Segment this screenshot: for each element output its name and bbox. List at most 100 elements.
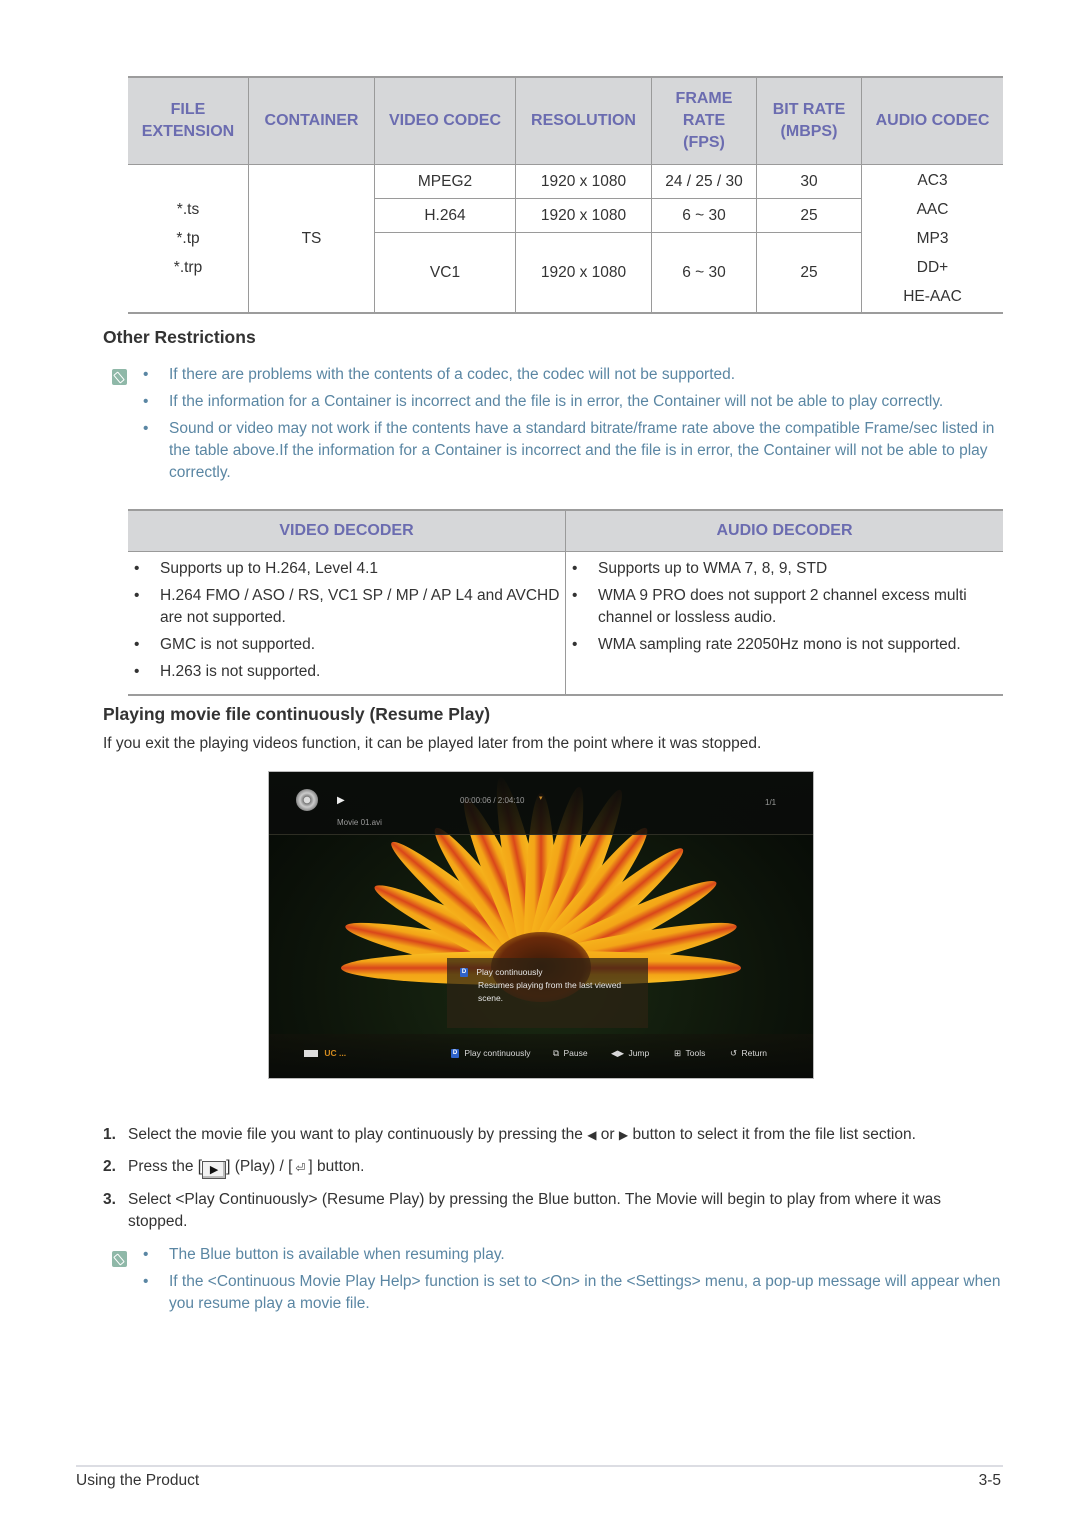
- resume-notes-list: The Blue button is available when resumi…: [142, 1244, 1004, 1320]
- resume-play-intro: If you exit the playing videos function,…: [103, 735, 762, 752]
- frame-rate-cell: 6 ~ 30: [651, 232, 757, 314]
- list-item: WMA 9 PRO does not support 2 channel exc…: [566, 585, 1003, 629]
- resolution-cell: 1920 x 1080: [515, 164, 652, 199]
- button-label: Tools: [685, 1048, 706, 1058]
- audio-codec: AAC: [916, 201, 949, 218]
- list-item: If the <Continuous Movie Play Help> func…: [142, 1271, 1004, 1315]
- button-label: Pause: [563, 1048, 588, 1058]
- list-item: WMA sampling rate 22050Hz mono is not su…: [566, 634, 1003, 656]
- other-restrictions-heading: Other Restrictions: [103, 327, 256, 347]
- video-decoder-header: VIDEO DECODER: [128, 509, 566, 552]
- popup-description: Resumes playing from the last viewed sce…: [478, 980, 622, 1003]
- audio-codec: DD+: [916, 259, 949, 276]
- jump-button[interactable]: ◀▶ Jump: [611, 1048, 649, 1059]
- decoder-table: VIDEO DECODER AUDIO DECODER Supports up …: [128, 509, 1003, 696]
- pause-button[interactable]: ⧉ Pause: [553, 1048, 588, 1059]
- step-number: 2.: [103, 1158, 116, 1175]
- popup-title: Play continuously: [476, 967, 543, 977]
- resume-play-heading: Playing movie file continuously (Resume …: [103, 704, 491, 724]
- footer-divider: [76, 1465, 1003, 1467]
- usb-device-item: UC ...: [304, 1048, 346, 1058]
- step-text: Select <Play Continuously> (Resume Play)…: [128, 1191, 942, 1230]
- header-line: FRAME: [675, 90, 733, 107]
- list-item: GMC is not supported.: [128, 634, 565, 656]
- blue-d-button-icon: D: [451, 1049, 459, 1059]
- movie-filename: Movie 01.avi: [337, 818, 382, 827]
- step-number: 1.: [103, 1126, 116, 1143]
- list-item: If there are problems with the contents …: [142, 364, 1004, 386]
- video-codec-cell: VC1: [374, 232, 516, 314]
- header-line: (MBPS): [780, 123, 838, 140]
- step-text: or: [600, 1126, 615, 1143]
- usb-icon: [304, 1050, 318, 1058]
- frame-rate-cell: 24 / 25 / 30: [651, 164, 757, 199]
- audio-codecs-cell: AC3 AAC MP3 DD+ HE-AAC: [861, 164, 1003, 314]
- video-decoder-list: Supports up to H.264, Level 4.1 H.264 FM…: [128, 558, 565, 683]
- header-file-extension: FILE EXTENSION: [128, 76, 249, 165]
- header-video-codec: VIDEO CODEC: [374, 76, 516, 165]
- file-extensions-cell: *.ts *.tp *.trp: [128, 164, 249, 314]
- list-item: The Blue button is available when resumi…: [142, 1244, 1004, 1266]
- audio-decoder-header: AUDIO DECODER: [565, 509, 1003, 552]
- tools-icon: ⊞: [674, 1048, 682, 1058]
- step-item: 3. Select <Play Continuously> (Resume Pl…: [103, 1189, 1003, 1233]
- list-item: H.263 is not supported.: [128, 661, 565, 683]
- list-item: Sound or video may not work if the conte…: [142, 418, 1004, 484]
- header-audio-codec: AUDIO CODEC: [861, 76, 1003, 165]
- header-container: CONTAINER: [248, 76, 375, 165]
- file-extension: *.tp: [176, 230, 200, 247]
- step-text: Press the [: [128, 1158, 203, 1175]
- steps-list: 1. Select the movie file you want to pla…: [103, 1124, 1003, 1243]
- supported-formats-table: FILE EXTENSION CONTAINER VIDEO CODEC RES…: [128, 76, 1003, 314]
- header-bit-rate: BIT RATE (MBPS): [756, 76, 862, 165]
- video-codec-cell: H.264: [374, 198, 516, 233]
- list-item: Supports up to H.264, Level 4.1: [128, 558, 565, 580]
- button-label: Play continuously: [464, 1048, 531, 1058]
- enter-key-icon: ⏎: [295, 1161, 306, 1175]
- resolution-cell: 1920 x 1080: [515, 232, 652, 314]
- table-row: *.ts *.tp *.trp TS MPEG2 1920 x 1080 24 …: [128, 164, 1003, 314]
- return-button[interactable]: ↺ Return: [730, 1048, 767, 1059]
- bit-rate-cell: 25: [756, 198, 862, 233]
- film-reel-icon: [296, 789, 318, 811]
- step-number: 3.: [103, 1191, 116, 1208]
- playback-time: 00:00:06 / 2:04:10: [460, 796, 525, 805]
- bit-rate-cell: 30: [756, 164, 862, 199]
- container-cell: TS: [248, 164, 375, 314]
- audio-codec: AC3: [917, 172, 948, 189]
- play-continuously-button[interactable]: D Play continuously: [451, 1048, 531, 1059]
- video-decoder-cell: Supports up to H.264, Level 4.1 H.264 FM…: [128, 551, 566, 696]
- return-icon: ↺: [730, 1048, 738, 1058]
- step-text: button to select it from the file list s…: [632, 1126, 916, 1143]
- pause-key-icon: ⧉: [553, 1048, 560, 1058]
- note-pencil-icon: [112, 1251, 127, 1267]
- step-text: Select the movie file you want to play c…: [128, 1126, 583, 1143]
- resolution-cell: 1920 x 1080: [515, 198, 652, 233]
- button-label: Return: [741, 1048, 768, 1058]
- audio-codec: MP3: [916, 230, 949, 247]
- decoder-row: Supports up to H.264, Level 4.1 H.264 FM…: [128, 551, 1003, 696]
- header-line: FILE: [170, 101, 206, 118]
- video-codec-cell: MPEG2: [374, 164, 516, 199]
- player-top-bar: ▶ 00:00:06 / 2:04:10 ▾ 1/1 Movie 01.avi: [269, 772, 813, 835]
- step-item: 1. Select the movie file you want to pla…: [103, 1124, 1003, 1146]
- header-line: BIT RATE: [772, 101, 846, 118]
- footer-section-label: Using the Product: [76, 1472, 200, 1489]
- left-arrow-icon: ◀: [587, 1128, 597, 1142]
- player-bottom-bar: UC ... D Play continuously ⧉ Pause ◀▶ Ju…: [269, 1034, 813, 1078]
- other-restrictions-list: If there are problems with the contents …: [142, 364, 1004, 489]
- page-counter: 1/1: [765, 798, 777, 807]
- header-resolution: RESOLUTION: [515, 76, 652, 165]
- popup-title-row: D Play continuously: [447, 966, 648, 979]
- tools-button[interactable]: ⊞ Tools: [674, 1048, 705, 1059]
- file-extension: *.ts: [176, 201, 200, 218]
- file-extension: *.trp: [173, 259, 203, 276]
- player-screenshot: ▶ 00:00:06 / 2:04:10 ▾ 1/1 Movie 01.avi …: [268, 771, 814, 1079]
- header-line: RATE: [682, 112, 726, 129]
- left-right-arrows-icon: ◀▶: [611, 1048, 625, 1058]
- dropdown-caret-icon: ▾: [539, 795, 543, 802]
- audio-decoder-cell: Supports up to WMA 7, 8, 9, STD WMA 9 PR…: [565, 551, 1003, 696]
- play-continuously-popup: D Play continuously Resumes playing from…: [447, 958, 648, 1028]
- bit-rate-cell: 25: [756, 232, 862, 314]
- note-pencil-icon: [112, 369, 127, 385]
